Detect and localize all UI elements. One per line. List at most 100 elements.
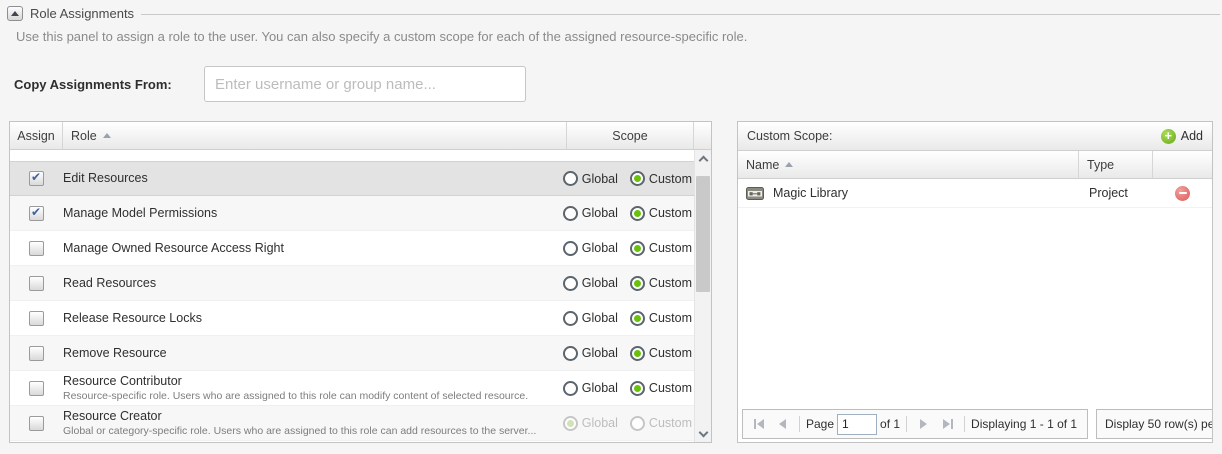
roles-grid-body: Edit Resources GlobalCustom Manage Model… (10, 150, 711, 442)
page-size-control[interactable]: Display 50 row(s) per (1096, 409, 1213, 439)
toolbar-separator (906, 416, 907, 432)
role-row-resource-contributor[interactable]: Resource Contributor Resource-specific r… (10, 371, 694, 406)
add-scope-button[interactable]: + Add (1161, 129, 1203, 144)
global-radio[interactable] (563, 311, 578, 326)
last-page-button[interactable] (937, 414, 958, 435)
global-radio[interactable] (563, 276, 578, 291)
role-name: Resource Creator (63, 409, 560, 424)
assign-column-label: Assign (17, 129, 55, 143)
page-of-label: of 1 (880, 417, 900, 431)
first-page-button[interactable] (748, 414, 769, 435)
page-number-input[interactable] (837, 414, 877, 435)
role-row-manage-model-permissions[interactable]: Manage Model Permissions GlobalCustom (10, 196, 694, 231)
role-description: Resource-specific role. Users who are as… (63, 390, 560, 403)
add-plus-icon: + (1161, 129, 1176, 144)
custom-radio[interactable] (630, 206, 645, 221)
column-header-role[interactable]: Role (63, 122, 567, 149)
role-row-manage-owned-resource-access-right[interactable]: Manage Owned Resource Access Right Globa… (10, 231, 694, 266)
assign-checkbox[interactable] (29, 276, 44, 291)
column-header-type[interactable]: Type (1079, 151, 1153, 178)
assign-checkbox[interactable] (29, 171, 44, 186)
role-column-label: Role (71, 129, 97, 143)
role-name: Edit Resources (63, 171, 560, 186)
global-radio[interactable] (563, 241, 578, 256)
triangle-right-icon (920, 419, 927, 429)
column-header-scope[interactable]: Scope (567, 122, 694, 149)
previous-page-button[interactable] (772, 414, 793, 435)
chevron-down-icon (698, 427, 708, 437)
custom-radio-label: Custom (649, 416, 692, 430)
scroll-up-button[interactable] (695, 150, 711, 167)
role-description: Global or category-specific role. Users … (63, 425, 560, 438)
copy-assignments-label: Copy Assignments From: (14, 77, 172, 92)
sort-asc-icon (103, 133, 111, 138)
custom-radio[interactable] (630, 171, 645, 186)
global-radio-label: Global (582, 381, 618, 395)
role-name: Remove Resource (63, 346, 560, 361)
triangle-left-icon (757, 419, 764, 429)
global-radio-label: Global (582, 206, 618, 220)
column-header-name[interactable]: Name (738, 151, 1079, 178)
assign-checkbox[interactable] (29, 311, 44, 326)
page-size-label: Display 50 row(s) per (1105, 417, 1213, 431)
scope-column-label: Scope (612, 129, 647, 143)
role-row-edit-resources[interactable]: Edit Resources GlobalCustom (10, 161, 694, 196)
paging-toolbar: Page of 1 Displaying 1 - 1 of 1 (742, 409, 1088, 439)
role-name: Manage Model Permissions (63, 206, 560, 221)
custom-radio-label: Custom (649, 346, 692, 360)
role-row-read-resources[interactable]: Read Resources GlobalCustom (10, 266, 694, 301)
scrollbar-thumb[interactable] (696, 176, 710, 292)
custom-radio-label: Custom (649, 311, 692, 325)
custom-radio (630, 416, 645, 431)
global-radio[interactable] (563, 381, 578, 396)
copy-assignments-input[interactable] (204, 66, 526, 102)
next-page-button[interactable] (913, 414, 934, 435)
add-button-label: Add (1181, 129, 1203, 143)
scope-row-magic-library[interactable]: Magic Library Project (738, 179, 1212, 208)
global-radio[interactable] (563, 206, 578, 221)
collapse-panel-button[interactable] (7, 6, 23, 21)
scope-name: Magic Library (773, 186, 848, 200)
displaying-status: Displaying 1 - 1 of 1 (971, 417, 1077, 431)
column-header-assign[interactable]: Assign (10, 122, 63, 149)
global-radio[interactable] (563, 171, 578, 186)
chevron-up-icon (698, 155, 708, 165)
custom-radio[interactable] (630, 276, 645, 291)
last-page-icon (951, 419, 953, 429)
global-radio-label: Global (582, 416, 618, 430)
custom-radio[interactable] (630, 241, 645, 256)
triangle-up-icon (11, 11, 19, 16)
scope-type: Project (1079, 186, 1153, 200)
assign-checkbox[interactable] (29, 416, 44, 431)
scroll-down-button[interactable] (695, 425, 711, 442)
assign-checkbox[interactable] (29, 206, 44, 221)
custom-scope-title: Custom Scope: (747, 129, 832, 143)
remove-scope-icon[interactable] (1175, 186, 1190, 201)
custom-radio-label: Custom (649, 241, 692, 255)
project-icon (746, 186, 764, 201)
name-column-label: Name (746, 158, 779, 172)
role-row-release-resource-locks[interactable]: Release Resource Locks GlobalCustom (10, 301, 694, 336)
assign-checkbox[interactable] (29, 241, 44, 256)
panel-description: Use this panel to assign a role to the u… (16, 29, 747, 44)
role-name: Read Resources (63, 276, 560, 291)
roles-grid-header: Assign Role Scope (10, 122, 711, 150)
global-radio[interactable] (563, 346, 578, 361)
role-row-resource-creator[interactable]: Resource Creator Global or category-spec… (10, 406, 694, 441)
global-radio-label: Global (582, 276, 618, 290)
custom-radio[interactable] (630, 311, 645, 326)
role-row-remove-resource[interactable]: Remove Resource Global Custom (10, 336, 694, 371)
column-header-actions (1153, 151, 1212, 178)
assign-checkbox[interactable] (29, 381, 44, 396)
global-radio-label: Global (582, 346, 618, 360)
custom-radio[interactable] (630, 346, 645, 361)
global-radio (563, 416, 578, 431)
assign-checkbox[interactable] (29, 346, 44, 361)
role-name: Resource Contributor (63, 374, 560, 389)
toolbar-separator (964, 416, 965, 432)
sort-asc-icon (785, 162, 793, 167)
triangle-right-icon (943, 419, 950, 429)
custom-scope-titlebar: Custom Scope: + Add (738, 122, 1212, 151)
custom-radio[interactable] (630, 381, 645, 396)
vertical-scrollbar[interactable] (694, 150, 711, 442)
